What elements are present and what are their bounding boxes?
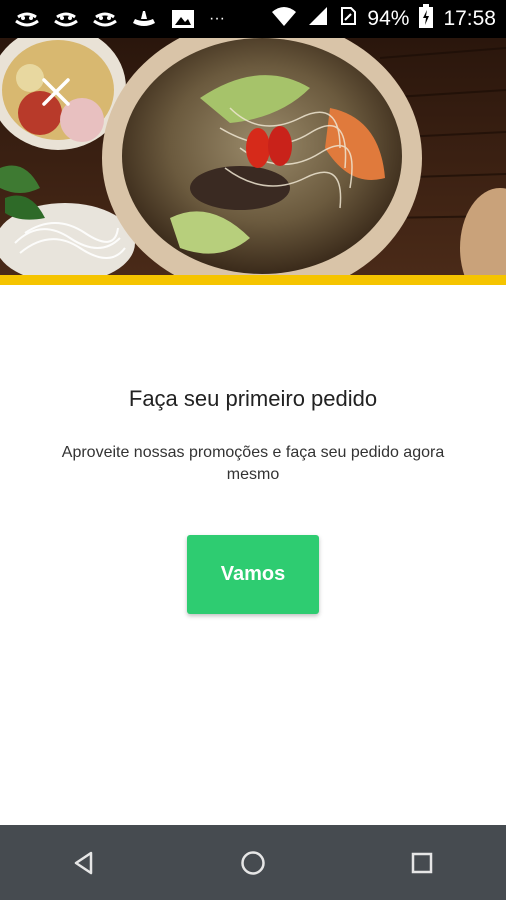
wifi-icon <box>271 6 297 32</box>
notification-area: ··· <box>14 8 225 30</box>
back-icon <box>75 851 93 874</box>
status-bar: ··· 94% 17:58 <box>0 0 506 38</box>
page-subtitle: Aproveite nossas promoções e faça seu pe… <box>61 444 445 483</box>
home-icon <box>241 850 265 875</box>
home-button[interactable] <box>223 833 283 893</box>
lets-go-button[interactable]: Vamos <box>187 535 319 614</box>
hero-accent-stripe <box>0 275 506 285</box>
more-icon: ··· <box>209 10 225 27</box>
signal-icon <box>307 6 329 32</box>
notification-icon <box>131 8 157 30</box>
sim-icon <box>339 6 357 32</box>
battery-charging-icon <box>419 4 434 34</box>
back-button[interactable] <box>54 833 114 893</box>
system-indicators: 94% 17:58 <box>271 4 496 34</box>
close-button[interactable] <box>36 72 76 112</box>
image-icon <box>170 8 196 30</box>
recents-icon <box>411 852 432 873</box>
page-title: Faça seu primeiro pedido <box>128 386 378 411</box>
battery-percent: 94% <box>367 7 410 30</box>
clock: 17:58 <box>443 7 496 30</box>
notification-icon <box>92 8 118 30</box>
navigation-bar <box>0 825 506 900</box>
notification-icon <box>14 8 40 30</box>
recents-button[interactable] <box>392 833 452 893</box>
notification-icon <box>53 8 79 30</box>
close-icon <box>42 78 70 106</box>
